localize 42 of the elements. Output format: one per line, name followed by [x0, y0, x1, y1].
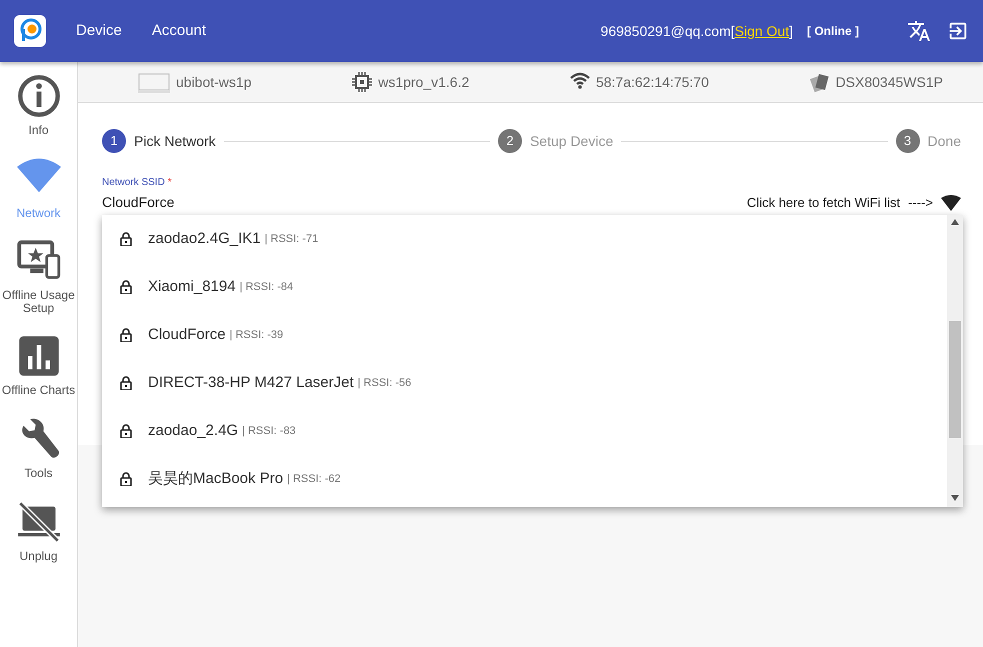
fetch-wifi-hint[interactable]: Click here to fetch WiFi list [746, 192, 900, 212]
device-info-text: ubibot-ws1p [176, 72, 252, 92]
wifi-icon[interactable] [941, 194, 961, 210]
field-label: Network SSID * [102, 176, 173, 190]
arrow-text: ----> [908, 194, 933, 212]
exit-icon[interactable] [947, 20, 969, 42]
bracket-text: ] [789, 22, 793, 41]
sidebar-item[interactable]: Tools [24, 466, 52, 480]
sidebar-item[interactable]: Unplug [19, 550, 58, 562]
step-label: Pick Network [134, 132, 216, 150]
scrollbar-thumb[interactable] [949, 321, 961, 438]
nav-link[interactable]: Device [76, 20, 122, 42]
device-info-text: ws1pro_v1.6.2 [378, 72, 470, 92]
wifi-list-item[interactable]: CloudForce | RSSI: -39 [102, 311, 947, 359]
cards-icon [810, 72, 830, 92]
wifi-list-item[interactable]: Xiaomi_8194 | RSSI: -84 [102, 263, 947, 311]
scroll-up-icon[interactable] [951, 219, 959, 225]
user-email: 969850291@qq.com [600, 22, 731, 41]
step-number: 2 [498, 129, 522, 153]
device-info-text: 58:7a:62:14:75:70 [596, 72, 709, 92]
step-label: Setup Device [530, 132, 614, 151]
sidebar-item[interactable]: Offline Charts [2, 384, 76, 397]
required-mark: * [168, 177, 172, 188]
step-number: 1 [102, 129, 126, 153]
nav-link[interactable]: Account [152, 20, 206, 42]
device-icon [138, 72, 170, 92]
device-info-text: DSX80345WS1P [836, 72, 943, 92]
sign-out-link[interactable]: Sign Out [734, 20, 790, 42]
scroll-down-icon[interactable] [951, 495, 959, 501]
online-status: [ Online ] [807, 23, 859, 40]
sidebar-item[interactable]: Info [28, 124, 48, 137]
wifi-list-item[interactable]: zaodao2.4G_IK1 | RSSI: -71 [102, 215, 947, 263]
wifi-list-item[interactable]: DIRECT-38-HP M427 LaserJet | RSSI: -56 [102, 359, 947, 407]
chip-icon [352, 72, 372, 92]
wifi-list-item[interactable]: 吴昊的MacBook Pro | RSSI: -62 [102, 455, 947, 503]
wifi-list-item[interactable]: zaodao_2.4G | RSSI: -83 [102, 407, 947, 455]
translate-icon[interactable] [907, 19, 931, 43]
app-logo [14, 15, 46, 47]
bracket-text: [ [730, 22, 735, 41]
step-label: Done [928, 132, 961, 150]
step-number: 3 [896, 129, 920, 153]
sidebar-item[interactable]: Offline Usage Setup [0, 289, 77, 314]
